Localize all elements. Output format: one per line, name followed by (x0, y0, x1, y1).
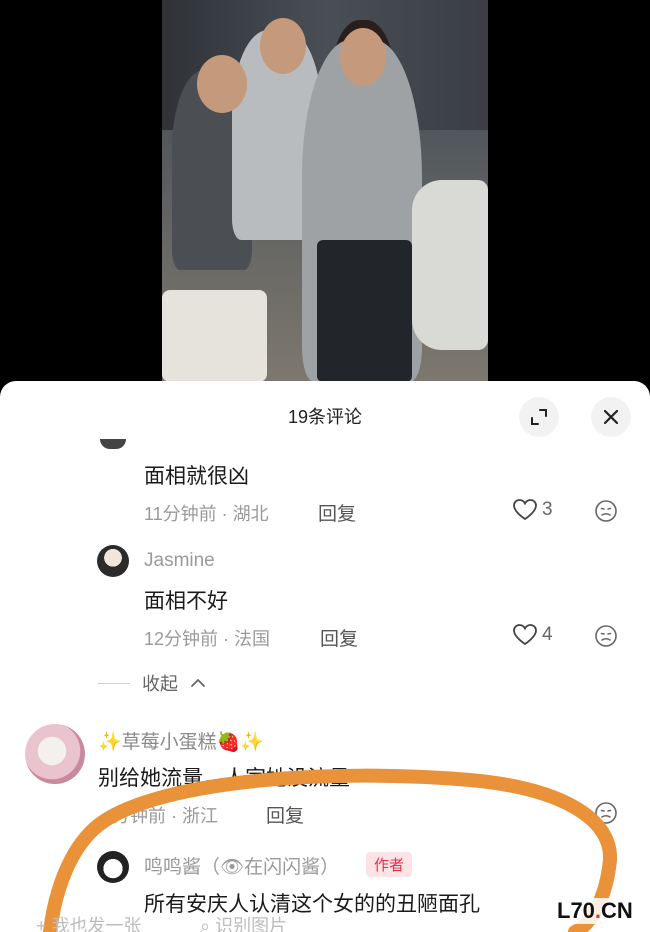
reply-button[interactable]: 回复 (318, 499, 356, 526)
expand-button[interactable] (519, 397, 559, 437)
watermark-text: CN (601, 898, 633, 923)
comment-meta: 分钟前 · 浙江 (112, 806, 218, 826)
dislike-icon[interactable] (594, 624, 618, 648)
collapse-label: 收起 (142, 674, 178, 694)
photo-scooter (412, 180, 488, 350)
username[interactable]: Jasmine (144, 550, 215, 572)
username[interactable]: ✨草莓小蛋糕🍓✨ (98, 727, 264, 754)
like-button[interactable]: 4 (512, 623, 553, 647)
photo-basket (162, 290, 267, 382)
photo-figure (340, 28, 386, 86)
collapse-replies-button[interactable]: 收起 (98, 670, 206, 696)
comment-meta: 12分钟前 · 法国 (144, 629, 271, 649)
reply-button[interactable]: 回复 (320, 624, 358, 651)
post-image-label: 我也发一张 (51, 916, 142, 932)
author-badge: 作者 (366, 852, 413, 877)
bottom-bar: + 我也发一张 ⌕ 识别图片 (0, 908, 650, 932)
photo-figure (260, 18, 306, 74)
avatar[interactable] (97, 851, 129, 883)
reply-button[interactable]: 回复 (266, 801, 304, 828)
close-icon (603, 409, 619, 425)
comment-meta: 11分钟前 · 湖北 (144, 504, 269, 524)
watermark-text: L70 (557, 898, 595, 923)
site-watermark: L70.CN (555, 898, 635, 924)
recognize-image-label: 识别图片 (215, 916, 288, 932)
comment-sheet: 19条评论 面相就很凶 11分钟前 · 湖北 回复 3 Jasmine 面相不好… (0, 381, 650, 932)
sheet-header: 19条评论 (0, 381, 650, 445)
photo-figure (197, 55, 247, 113)
avatar[interactable] (100, 439, 126, 449)
dislike-icon[interactable] (594, 801, 618, 825)
comment-text: 别给她流量，人家她没流量 (98, 767, 350, 790)
chevron-up-icon (191, 678, 205, 687)
heart-icon (513, 624, 537, 646)
plus-icon: + (36, 916, 52, 932)
like-count: 4 (542, 624, 553, 645)
recognize-image-button[interactable]: ⌕ 识别图片 (200, 912, 287, 932)
dislike-icon[interactable] (594, 499, 618, 523)
comment-text: 面相就很凶 (144, 465, 249, 488)
photo-figure (317, 240, 412, 382)
like-button[interactable]: 3 (512, 498, 553, 522)
like-count: 3 (542, 499, 553, 520)
expand-icon (531, 409, 547, 425)
post-image-button[interactable]: + 我也发一张 (36, 912, 142, 932)
divider (98, 682, 130, 684)
search-icon: ⌕ (200, 916, 216, 932)
close-button[interactable] (591, 397, 631, 437)
avatar[interactable] (25, 724, 85, 784)
heart-icon (513, 499, 537, 521)
post-photo[interactable] (162, 0, 488, 382)
avatar[interactable] (97, 545, 129, 577)
username[interactable]: 鸣鸣酱（👁在闪闪酱） (144, 852, 339, 879)
comment-text: 面相不好 (144, 590, 228, 613)
